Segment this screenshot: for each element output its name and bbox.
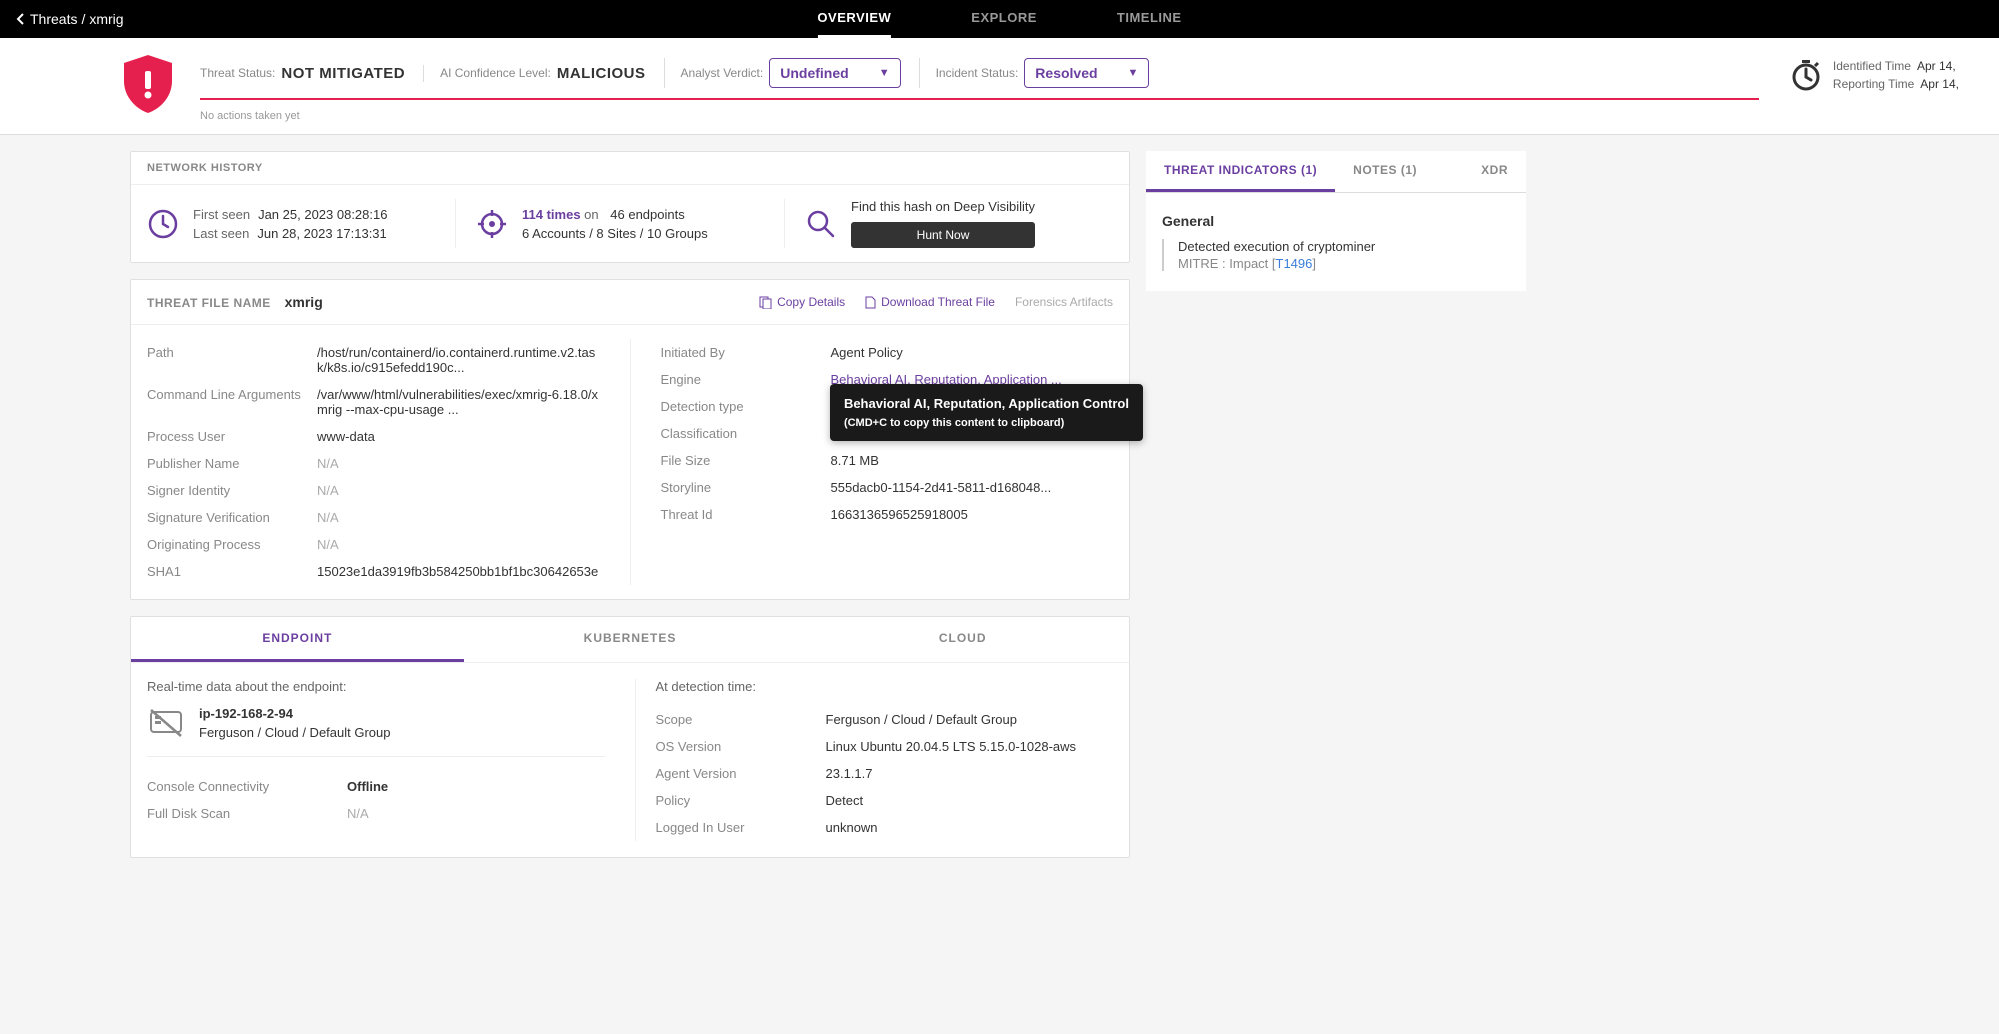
reporting-time-label: Reporting Time [1833, 77, 1914, 91]
host-scope: Ferguson / Cloud / Default Group [199, 725, 391, 740]
ai-level-value: MALICIOUS [557, 65, 646, 82]
indicators-general-heading: General [1162, 213, 1510, 229]
first-seen-value: Jan 25, 2023 08:28:16 [258, 207, 387, 222]
chevron-left-icon [16, 12, 26, 26]
threat-file-name: xmrig [285, 294, 323, 310]
threat-status-label: Threat Status: [200, 66, 275, 80]
ai-level-label: AI Confidence Level: [440, 66, 551, 80]
threat-status-value: NOT MITIGATED [281, 65, 405, 82]
incident-status-label: Incident Status: [936, 66, 1019, 80]
agent-version-value: 23.1.1.7 [826, 766, 873, 781]
endpoint-card: ENDPOINT KUBERNETES CLOUD Real-time data… [130, 616, 1130, 858]
threat-file-card: THREAT FILE NAME xmrig Copy Details Down… [130, 279, 1130, 600]
hunt-now-button[interactable]: Hunt Now [851, 222, 1035, 248]
indicator-text: Detected execution of cryptominer [1178, 239, 1510, 254]
clock-icon [147, 208, 179, 240]
process-user-value: www-data [317, 429, 375, 444]
identified-time-value: Apr 14, [1917, 59, 1956, 73]
chevron-down-icon: ▼ [1128, 67, 1139, 79]
breadcrumb-current: xmrig [89, 11, 123, 27]
fds-value: N/A [347, 806, 369, 821]
tab-timeline[interactable]: TIMELINE [1117, 0, 1182, 38]
network-history-header: NETWORK HISTORY [131, 152, 1129, 185]
tab-overview[interactable]: OVERVIEW [817, 0, 891, 38]
forensics-artifacts-button: Forensics Artifacts [1015, 295, 1113, 309]
stopwatch-icon [1789, 58, 1823, 92]
file-size-value: 8.71 MB [831, 453, 879, 468]
network-history-card: NETWORK HISTORY First seenJan 25, 2023 0… [130, 151, 1130, 263]
copy-details-button[interactable]: Copy Details [759, 295, 845, 309]
initiated-by-value: Agent Policy [831, 345, 903, 360]
inner-tab-cloud[interactable]: CLOUD [796, 617, 1129, 662]
logged-user-value: unknown [826, 820, 878, 835]
publisher-value: N/A [317, 456, 339, 471]
target-icon [476, 208, 508, 240]
analyst-verdict-label: Analyst Verdict: [681, 66, 764, 80]
threat-file-label: THREAT FILE NAME [147, 296, 271, 310]
hostname: ip-192-168-2-94 [199, 706, 391, 721]
policy-value: Detect [826, 793, 864, 808]
path-value: /host/run/containerd/io.containerd.runti… [317, 345, 600, 375]
cmdline-value: /var/www/html/vulnerabilities/exec/xmrig… [317, 387, 600, 417]
inner-tab-kubernetes[interactable]: KUBERNETES [464, 617, 797, 662]
side-tab-indicators[interactable]: THREAT INDICATORS (1) [1146, 151, 1335, 192]
actions-note: No actions taken yet [200, 110, 1759, 122]
breadcrumb[interactable]: Threats / xmrig [16, 11, 124, 27]
connectivity-value: Offline [347, 779, 388, 794]
os-value: Linux Ubuntu 20.04.5 LTS 5.15.0-1028-aws [826, 739, 1077, 754]
detection-heading: At detection time: [656, 679, 1114, 694]
tab-explore[interactable]: EXPLORE [971, 0, 1037, 38]
engine-tooltip: Behavioral AI, Reputation, Application C… [830, 384, 1143, 441]
identified-time-label: Identified Time [1833, 59, 1911, 73]
incident-status-dropdown[interactable]: Resolved ▼ [1024, 58, 1149, 88]
times-count[interactable]: 114 times [522, 207, 581, 222]
inner-tab-endpoint[interactable]: ENDPOINT [131, 617, 464, 662]
threat-id-value: 1663136596525918005 [831, 507, 968, 522]
chevron-down-icon: ▼ [879, 67, 890, 79]
side-tab-xdr[interactable]: XDR [1463, 151, 1526, 192]
signer-value: N/A [317, 483, 339, 498]
reporting-time-value: Apr 14, [1920, 77, 1959, 91]
indicator-item: Detected execution of cryptominer MITRE … [1162, 239, 1510, 271]
threat-shield-icon [120, 53, 176, 118]
copy-icon [759, 296, 772, 309]
download-threat-file-button[interactable]: Download Threat File [865, 295, 995, 309]
file-icon [865, 296, 876, 309]
side-tab-notes[interactable]: NOTES (1) [1335, 151, 1435, 192]
accounts-line: 6 Accounts / 8 Sites / 10 Groups [522, 226, 708, 241]
sha1-value: 15023e1da3919fb3b584250bb1bf1bc30642653e [317, 564, 598, 579]
scope-value: Ferguson / Cloud / Default Group [826, 712, 1018, 727]
endpoint-offline-icon [147, 706, 185, 740]
mitre-link[interactable]: T1496 [1276, 256, 1313, 271]
realtime-heading: Real-time data about the endpoint: [147, 679, 605, 694]
hunt-text: Find this hash on Deep Visibility [851, 199, 1035, 214]
storyline-value: 555dacb0-1154-2d41-5811-d168048... [831, 480, 1052, 495]
search-icon [805, 208, 837, 240]
analyst-verdict-dropdown[interactable]: Undefined ▼ [769, 58, 900, 88]
breadcrumb-parent: Threats [30, 11, 77, 27]
sigverify-value: N/A [317, 510, 339, 525]
origproc-value: N/A [317, 537, 339, 552]
endpoints-count: 46 endpoints [610, 207, 684, 222]
last-seen-value: Jun 28, 2023 17:13:31 [257, 226, 386, 241]
